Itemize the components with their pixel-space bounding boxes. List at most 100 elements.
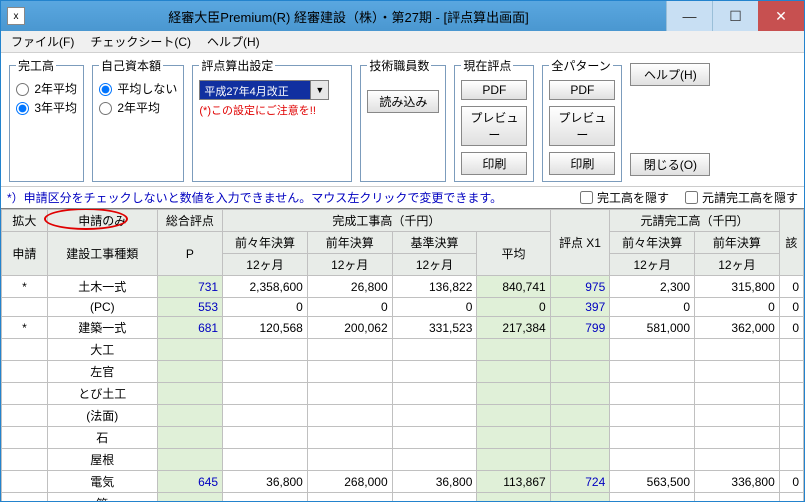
cell[interactable] xyxy=(695,383,780,405)
cell[interactable]: 120,568 xyxy=(223,317,308,339)
cell[interactable] xyxy=(550,427,610,449)
cell[interactable] xyxy=(157,405,222,427)
cell[interactable] xyxy=(307,449,392,471)
cell[interactable] xyxy=(695,449,780,471)
data-grid[interactable]: 拡大 申請のみ 総合評点 完成工事高（千円） 評点 X1 元請完工高（千円） 該… xyxy=(1,208,804,501)
cell[interactable]: 0 xyxy=(779,471,803,493)
cell[interactable] xyxy=(157,339,222,361)
cell[interactable] xyxy=(477,427,550,449)
menu-help[interactable]: ヘルプ(H) xyxy=(199,31,268,52)
table-row[interactable]: (法面) xyxy=(2,405,804,427)
cell[interactable]: 36,800 xyxy=(223,471,308,493)
cell[interactable]: 0 xyxy=(779,317,803,339)
cell[interactable]: 0 xyxy=(392,298,477,317)
menu-checksheet[interactable]: チェックシート(C) xyxy=(82,31,199,52)
cell[interactable] xyxy=(695,493,780,502)
cell[interactable] xyxy=(307,383,392,405)
btn-load[interactable]: 読み込み xyxy=(367,90,439,113)
cell[interactable] xyxy=(550,449,610,471)
cell[interactable] xyxy=(2,339,48,361)
btn-close[interactable]: 閉じる(O) xyxy=(630,153,710,176)
btn-genzai-print[interactable]: 印刷 xyxy=(461,152,527,175)
cell[interactable]: 26,800 xyxy=(307,276,392,298)
cell[interactable] xyxy=(307,339,392,361)
hyoten-dropdown[interactable]: 平成27年4月改正 ▼ xyxy=(199,80,329,100)
cell[interactable]: 268,000 xyxy=(307,471,392,493)
maximize-button[interactable]: ☐ xyxy=(712,1,758,31)
cell[interactable]: (法面) xyxy=(47,405,157,427)
cell[interactable]: 563,500 xyxy=(610,471,695,493)
cell[interactable]: 大工 xyxy=(47,339,157,361)
cell[interactable] xyxy=(2,449,48,471)
cell[interactable] xyxy=(695,427,780,449)
cell[interactable]: 0 xyxy=(610,298,695,317)
btn-zen-pdf[interactable]: PDF xyxy=(549,80,615,100)
cell[interactable]: 331,523 xyxy=(392,317,477,339)
cell[interactable] xyxy=(157,427,222,449)
btn-genzai-preview[interactable]: プレビュー xyxy=(461,106,527,146)
cell[interactable] xyxy=(477,361,550,383)
cell[interactable] xyxy=(779,405,803,427)
cell[interactable]: 土木一式 xyxy=(47,276,157,298)
cell[interactable]: 136,822 xyxy=(392,276,477,298)
cell[interactable] xyxy=(477,493,550,502)
cell[interactable]: 681 xyxy=(157,317,222,339)
cb-hide-motouke[interactable]: 元請完工高を隠す xyxy=(685,189,798,206)
cell[interactable]: 975 xyxy=(550,276,610,298)
hdr-shinsei-nomi[interactable]: 申請のみ xyxy=(47,210,157,232)
opt-kanko-3yr[interactable]: 3年平均 xyxy=(16,99,77,116)
cell[interactable]: 石 xyxy=(47,427,157,449)
cell[interactable] xyxy=(477,339,550,361)
cell[interactable]: 724 xyxy=(550,471,610,493)
menu-file[interactable]: ファイル(F) xyxy=(3,31,82,52)
cell[interactable]: 581,000 xyxy=(610,317,695,339)
cell[interactable] xyxy=(223,427,308,449)
cell[interactable]: 2,358,600 xyxy=(223,276,308,298)
cell[interactable] xyxy=(610,339,695,361)
cb-hide-kanko[interactable]: 完工高を隠す xyxy=(580,189,669,206)
cell[interactable] xyxy=(610,493,695,502)
cell[interactable] xyxy=(392,405,477,427)
cell[interactable]: 840,741 xyxy=(477,276,550,298)
close-button[interactable]: ✕ xyxy=(758,1,804,31)
cell[interactable] xyxy=(223,361,308,383)
cell[interactable] xyxy=(157,449,222,471)
cell[interactable] xyxy=(157,383,222,405)
cell[interactable] xyxy=(2,405,48,427)
cell[interactable] xyxy=(157,361,222,383)
cell[interactable]: 屋根 xyxy=(47,449,157,471)
cell[interactable] xyxy=(307,361,392,383)
cell[interactable] xyxy=(477,449,550,471)
btn-zen-print[interactable]: 印刷 xyxy=(549,152,615,175)
chevron-down-icon[interactable]: ▼ xyxy=(310,81,328,99)
minimize-button[interactable]: — xyxy=(666,1,712,31)
cell[interactable]: 397 xyxy=(550,298,610,317)
cell[interactable]: 電気 xyxy=(47,471,157,493)
cell[interactable]: 731 xyxy=(157,276,222,298)
cell[interactable] xyxy=(2,493,48,502)
cell[interactable] xyxy=(2,383,48,405)
cell[interactable] xyxy=(550,339,610,361)
cell[interactable]: 362,000 xyxy=(695,317,780,339)
table-row[interactable]: 屋根 xyxy=(2,449,804,471)
cell[interactable] xyxy=(2,471,48,493)
cell[interactable]: 0 xyxy=(477,298,550,317)
cell[interactable] xyxy=(695,405,780,427)
cell[interactable] xyxy=(610,449,695,471)
table-row[interactable]: (PC)5530000397000 xyxy=(2,298,804,317)
cell[interactable]: 2,300 xyxy=(610,276,695,298)
opt-kanko-2yr[interactable]: 2年平均 xyxy=(16,80,77,97)
cell[interactable] xyxy=(779,493,803,502)
cell[interactable] xyxy=(392,427,477,449)
cell[interactable] xyxy=(477,383,550,405)
cell[interactable] xyxy=(307,427,392,449)
cell[interactable]: 0 xyxy=(307,298,392,317)
cell[interactable]: 0 xyxy=(695,298,780,317)
cell[interactable]: * xyxy=(2,317,48,339)
cell[interactable] xyxy=(307,493,392,502)
cell[interactable]: 36,800 xyxy=(392,471,477,493)
cell[interactable]: * xyxy=(2,276,48,298)
cell[interactable]: 左官 xyxy=(47,361,157,383)
cell[interactable] xyxy=(610,427,695,449)
table-row[interactable]: 電気64536,800268,00036,800113,867724563,50… xyxy=(2,471,804,493)
